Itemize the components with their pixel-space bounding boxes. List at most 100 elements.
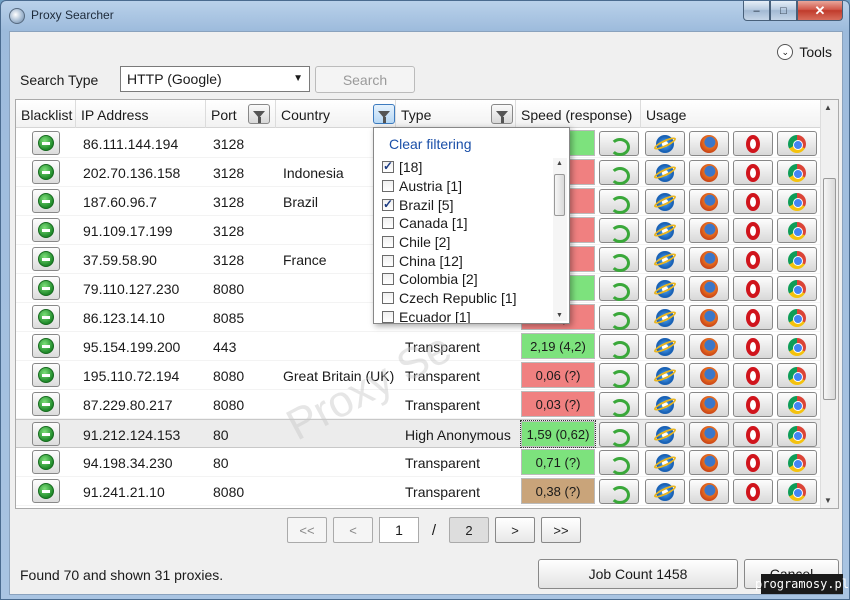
open-in-opera-button[interactable]: [733, 218, 773, 243]
search-type-select[interactable]: HTTP (Google) ▼: [120, 66, 310, 92]
country-filter-option[interactable]: Austria [1]: [382, 177, 547, 196]
refresh-button[interactable]: [599, 160, 639, 185]
open-in-firefox-button[interactable]: [689, 363, 729, 388]
refresh-button[interactable]: [599, 450, 639, 475]
open-in-firefox-button[interactable]: [689, 392, 729, 417]
open-in-chrome-button[interactable]: [777, 247, 817, 272]
header-blacklist[interactable]: Blacklist: [16, 100, 76, 128]
open-in-chrome-button[interactable]: [777, 392, 817, 417]
open-in-ie-button[interactable]: [645, 422, 685, 447]
tools-menu[interactable]: ⌄ Tools: [777, 44, 832, 60]
open-in-firefox-button[interactable]: [689, 247, 729, 272]
open-in-ie-button[interactable]: [645, 363, 685, 388]
scroll-down-icon[interactable]: ▼: [556, 312, 563, 319]
table-row[interactable]: 195.110.72.194 8080 Great Britain (UK) T…: [16, 361, 821, 390]
open-in-opera-button[interactable]: [733, 450, 773, 475]
checkbox[interactable]: [382, 197, 394, 211]
header-country[interactable]: Country: [276, 100, 396, 128]
checkbox[interactable]: [382, 159, 394, 174]
open-in-chrome-button[interactable]: [777, 450, 817, 475]
open-in-opera-button[interactable]: [733, 392, 773, 417]
open-in-firefox-button[interactable]: [689, 218, 729, 243]
open-in-ie-button[interactable]: [645, 392, 685, 417]
blacklist-button[interactable]: [32, 131, 60, 155]
refresh-button[interactable]: [599, 392, 639, 417]
open-in-chrome-button[interactable]: [777, 131, 817, 156]
grid-scrollbar[interactable]: ▲ ▼: [820, 100, 838, 508]
open-in-chrome-button[interactable]: [777, 189, 817, 214]
minimize-button[interactable]: –: [743, 1, 770, 21]
refresh-button[interactable]: [599, 189, 639, 214]
open-in-ie-button[interactable]: [645, 479, 685, 504]
country-filter-option[interactable]: Chile [2]: [382, 233, 547, 252]
refresh-button[interactable]: [599, 305, 639, 330]
open-in-ie-button[interactable]: [645, 218, 685, 243]
open-in-firefox-button[interactable]: [689, 276, 729, 301]
clear-filtering-link[interactable]: Clear filtering: [389, 136, 471, 152]
open-in-firefox-button[interactable]: [689, 479, 729, 504]
last-page-button[interactable]: >>: [541, 517, 581, 543]
open-in-opera-button[interactable]: [733, 305, 773, 330]
close-button[interactable]: ✕: [797, 1, 843, 21]
open-in-opera-button[interactable]: [733, 479, 773, 504]
open-in-ie-button[interactable]: [645, 305, 685, 330]
open-in-firefox-button[interactable]: [689, 450, 729, 475]
scroll-up-icon[interactable]: ▲: [556, 160, 563, 167]
current-page-input[interactable]: 1: [379, 517, 419, 543]
refresh-button[interactable]: [599, 131, 639, 156]
open-in-ie-button[interactable]: [645, 276, 685, 301]
refresh-button[interactable]: [599, 479, 639, 504]
refresh-button[interactable]: [599, 276, 639, 301]
country-filter-option[interactable]: Brazil [5]: [382, 195, 547, 214]
blacklist-button[interactable]: [32, 189, 60, 213]
checkbox[interactable]: [382, 217, 394, 230]
popup-scrollbar[interactable]: ▲ ▼: [553, 158, 567, 321]
blacklist-button[interactable]: [32, 247, 60, 271]
header-speed[interactable]: Speed (response): [516, 100, 641, 128]
port-filter-button[interactable]: [248, 104, 270, 124]
checkbox[interactable]: [382, 254, 394, 267]
refresh-button[interactable]: [599, 363, 639, 388]
search-button[interactable]: Search: [315, 66, 415, 93]
blacklist-button[interactable]: [32, 422, 60, 446]
blacklist-button[interactable]: [32, 450, 60, 474]
open-in-opera-button[interactable]: [733, 247, 773, 272]
header-type[interactable]: Type: [396, 100, 516, 128]
open-in-opera-button[interactable]: [733, 189, 773, 214]
type-filter-button[interactable]: [491, 104, 513, 124]
open-in-firefox-button[interactable]: [689, 305, 729, 330]
first-page-button[interactable]: <<: [287, 517, 327, 543]
header-port[interactable]: Port: [206, 100, 276, 128]
checkbox[interactable]: [382, 273, 394, 286]
country-filter-option[interactable]: Canada [1]: [382, 214, 547, 233]
country-filter-option[interactable]: Ecuador [1]: [382, 308, 547, 323]
open-in-ie-button[interactable]: [645, 131, 685, 156]
prev-page-button[interactable]: <: [333, 517, 373, 543]
open-in-ie-button[interactable]: [645, 334, 685, 359]
open-in-chrome-button[interactable]: [777, 276, 817, 301]
checkbox[interactable]: [382, 292, 394, 305]
next-page-button[interactable]: >: [495, 517, 535, 543]
open-in-chrome-button[interactable]: [777, 422, 817, 447]
open-in-firefox-button[interactable]: [689, 189, 729, 214]
table-row[interactable]: 95.154.199.200 443 Transparent 2,19 (4,2…: [16, 332, 821, 361]
header-usage[interactable]: Usage: [641, 100, 821, 128]
open-in-ie-button[interactable]: [645, 160, 685, 185]
country-filter-option[interactable]: Colombia [2]: [382, 270, 547, 289]
header-ip-address[interactable]: IP Address: [76, 100, 206, 128]
scroll-down-icon[interactable]: ▼: [824, 496, 832, 505]
blacklist-button[interactable]: [32, 305, 60, 329]
scroll-up-icon[interactable]: ▲: [824, 103, 832, 112]
blacklist-button[interactable]: [32, 479, 60, 503]
open-in-opera-button[interactable]: [733, 276, 773, 301]
open-in-chrome-button[interactable]: [777, 305, 817, 330]
open-in-chrome-button[interactable]: [777, 160, 817, 185]
blacklist-button[interactable]: [32, 276, 60, 300]
blacklist-button[interactable]: [32, 392, 60, 416]
open-in-firefox-button[interactable]: [689, 422, 729, 447]
country-filter-option[interactable]: China [12]: [382, 251, 547, 270]
open-in-opera-button[interactable]: [733, 334, 773, 359]
table-row[interactable]: 94.198.34.230 80 Transparent 0,71 (?): [16, 448, 821, 477]
open-in-opera-button[interactable]: [733, 131, 773, 156]
checkbox[interactable]: [382, 180, 394, 193]
